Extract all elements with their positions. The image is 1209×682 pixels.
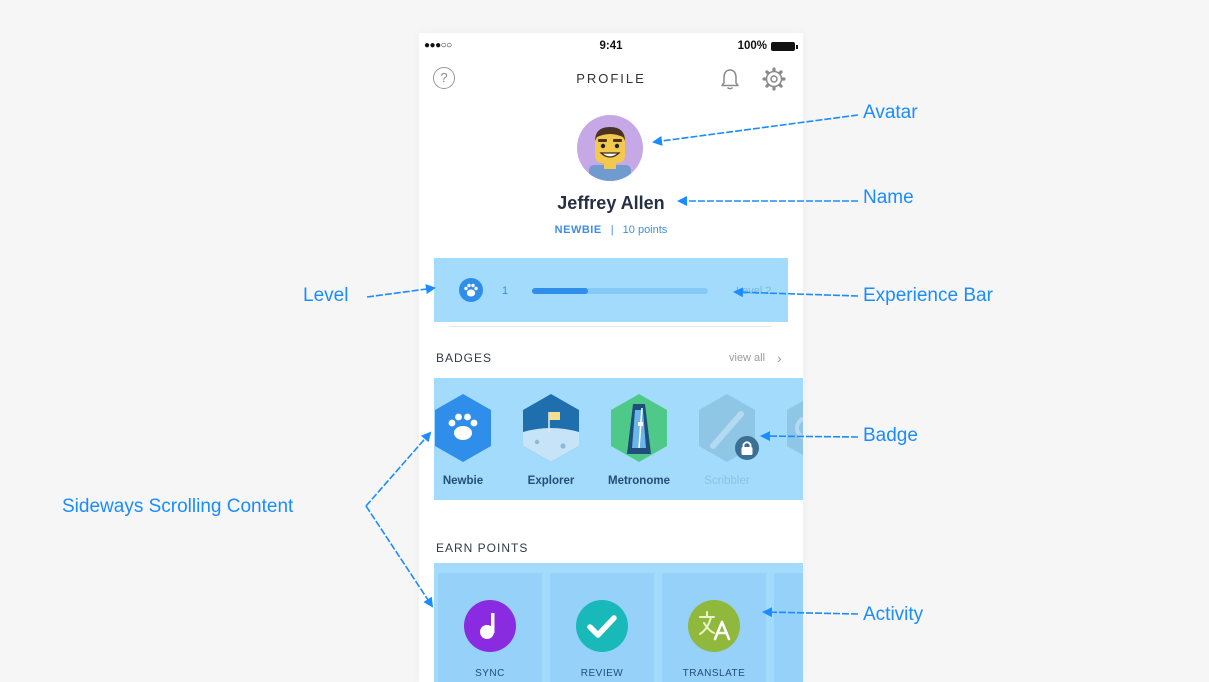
annotation-level: Level: [303, 285, 349, 306]
canvas: ●●●○○ 9:41 100% ? PROFILE Jeffrey Allen …: [0, 0, 1209, 682]
annotation-avatar: Avatar: [863, 102, 918, 123]
annotation-sideways-scrolling: Sideways Scrolling Content: [62, 496, 294, 517]
annotation-arrows: [365, 114, 859, 618]
annotation-experience-bar: Experience Bar: [863, 285, 993, 306]
annotation-badge: Badge: [863, 425, 918, 446]
annotation-name: Name: [863, 187, 914, 208]
annotation-activity: Activity: [863, 604, 924, 625]
